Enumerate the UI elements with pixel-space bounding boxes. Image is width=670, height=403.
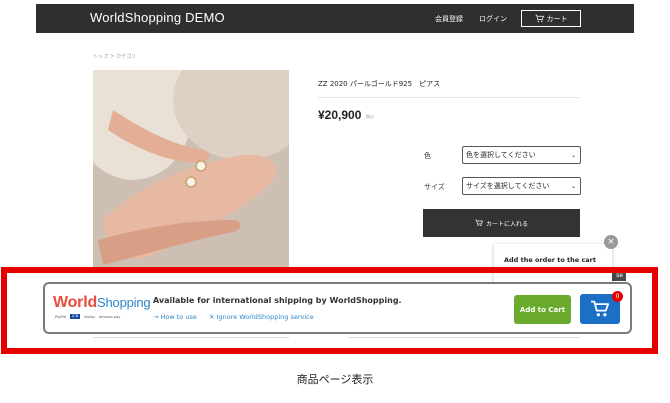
ignore-service-link[interactable]: ✕ Ignore WorldShopping service: [209, 313, 314, 321]
color-select-value: 色を選択してください: [466, 151, 536, 159]
site-brand[interactable]: WorldShopping DEMO: [90, 10, 225, 25]
member-register-link[interactable]: 会員登録: [435, 14, 463, 24]
cart-icon: [591, 300, 610, 317]
close-icon[interactable]: ×: [604, 235, 618, 249]
cart-count-badge: 0: [612, 291, 623, 302]
chevron-down-icon: ⌄: [570, 151, 576, 159]
size-select-value: サイズを選択してください: [466, 182, 550, 190]
product-title: ZZ 2020 パールゴールド925 ピアス: [318, 80, 441, 88]
how-to-use-link[interactable]: → How to use: [153, 313, 197, 321]
ws-add-to-cart-button[interactable]: Add to Cart: [514, 295, 571, 324]
color-select[interactable]: 色を選択してください ⌄: [462, 146, 581, 164]
alipay-logo: Alipay: [84, 314, 95, 319]
site-header: WorldShopping DEMO 会員登録 ログイン カート: [36, 4, 634, 33]
cart-icon: [535, 14, 544, 22]
amazon-pay-logo: amazon pay: [98, 314, 121, 319]
breadcrumb[interactable]: トップ ＞ カテゴリ: [93, 53, 136, 60]
payment-logos: PayPal JCB Alipay amazon pay: [55, 314, 120, 319]
logo-shopping: Shopping: [97, 295, 151, 310]
worldshopping-logo: WorldShopping: [53, 294, 151, 312]
logo-world: World: [53, 294, 98, 311]
add-to-cart-label: カートに入れる: [485, 220, 528, 228]
chevron-down-icon: ⌄: [570, 182, 576, 190]
product-price: ¥20,900: [318, 108, 362, 122]
size-select[interactable]: サイズを選択してください ⌄: [462, 177, 581, 195]
tooltip-text: Add the order to the cart: [504, 256, 596, 264]
color-label: 色: [424, 152, 431, 160]
banner-title: Available for international shipping by …: [153, 296, 402, 305]
login-link[interactable]: ログイン: [479, 14, 507, 24]
product-image: [93, 70, 289, 270]
caption: 商品ページ表示: [296, 373, 374, 386]
divider: [318, 97, 580, 98]
add-to-cart-button[interactable]: カートに入れる: [423, 209, 580, 237]
header-cart-label: カート: [546, 14, 568, 23]
cart-icon: [475, 219, 483, 227]
jcb-logo: JCB: [70, 314, 81, 319]
tax-note: 税込: [366, 114, 374, 119]
size-label: サイズ: [424, 183, 445, 191]
page: WorldShopping DEMO 会員登録 ログイン カート トップ ＞ カ…: [0, 0, 670, 403]
paypal-logo: PayPal: [55, 314, 67, 319]
header-cart-button[interactable]: カート: [521, 10, 581, 27]
